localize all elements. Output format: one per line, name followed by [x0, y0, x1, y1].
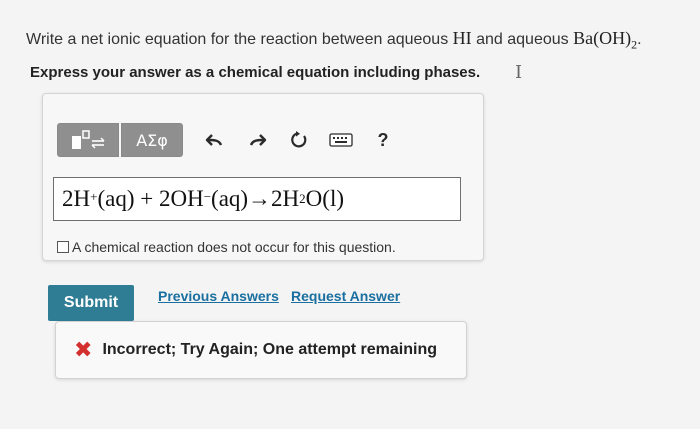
answer-panel: ΑΣφ ? 2H + (aq) + 2OH − (aq)→2H 2 O(l) A… — [42, 93, 484, 261]
answer-part-2: (aq) + 2OH — [97, 186, 204, 211]
undo-button[interactable] — [197, 123, 233, 157]
answer-part-4: O(l) — [305, 186, 344, 211]
no-reaction-label: A chemical reaction does not occur for t… — [72, 239, 396, 255]
no-reaction-checkbox[interactable] — [57, 241, 69, 253]
reset-icon — [291, 131, 307, 148]
answer-part-3: (aq)→2H — [211, 186, 300, 211]
request-answer-link[interactable]: Request Answer — [291, 288, 400, 304]
greek-symbols-button[interactable]: ΑΣφ — [121, 123, 183, 157]
equation-toolbar: ΑΣφ ? — [57, 122, 401, 158]
submit-button[interactable]: Submit — [48, 285, 134, 321]
reactant-baoh2: Ba(OH)2 — [573, 28, 638, 52]
reset-button[interactable] — [281, 123, 317, 157]
reactant-hi: HI — [452, 28, 472, 48]
question-prefix: Write a net ionic equation for the react… — [26, 31, 453, 48]
answer-input[interactable]: 2H + (aq) + 2OH − (aq)→2H 2 O(l) — [53, 177, 461, 221]
templates-icon — [72, 130, 105, 149]
question-suffix: . — [637, 31, 642, 48]
charge-plus: + — [90, 189, 98, 204]
help-button[interactable]: ? — [365, 123, 401, 157]
question-text: Write a net ionic equation for the react… — [26, 28, 642, 53]
no-reaction-option[interactable]: A chemical reaction does not occur for t… — [57, 239, 396, 255]
question-middle: and aqueous — [471, 31, 574, 48]
feedback-message: ✖ Incorrect; Try Again; One attempt rema… — [55, 321, 467, 379]
redo-button[interactable] — [239, 123, 275, 157]
instruction-text: Express your answer as a chemical equati… — [30, 64, 481, 81]
keyboard-icon — [329, 133, 353, 147]
x-icon: ✖ — [74, 337, 93, 362]
previous-answers-link[interactable]: Previous Answers — [158, 288, 279, 304]
charge-minus: − — [203, 189, 212, 204]
text-cursor-icon: I — [515, 62, 523, 83]
redo-icon — [249, 134, 267, 146]
feedback-text: Incorrect; Try Again; One attempt remain… — [102, 341, 438, 358]
undo-icon — [205, 134, 223, 146]
keyboard-button[interactable] — [323, 123, 359, 157]
templates-button[interactable] — [57, 123, 119, 157]
answer-species-1: 2H — [62, 186, 91, 211]
